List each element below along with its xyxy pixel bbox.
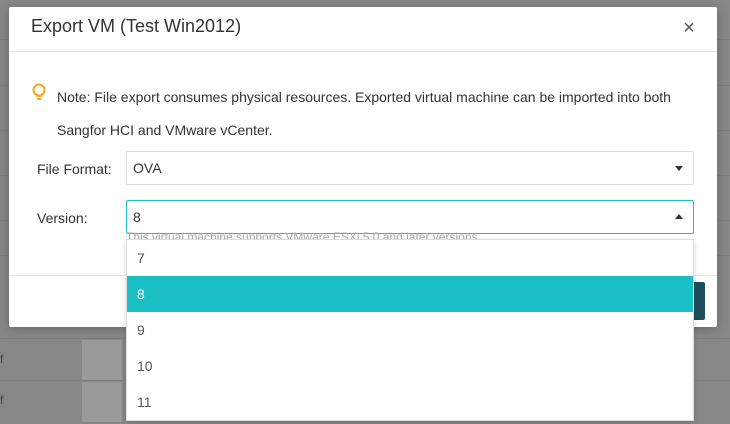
bg-row-mark: f [0, 352, 4, 366]
bg-thumbnail [82, 382, 122, 422]
version-value: 8 [133, 209, 141, 225]
dialog-title: Export VM (Test Win2012) [31, 16, 242, 36]
version-label: Version: [37, 210, 88, 226]
version-option-8[interactable]: 8 [127, 276, 693, 312]
close-button[interactable]: × [679, 18, 699, 38]
version-select[interactable]: 8 [126, 200, 694, 234]
bg-row-mark: f [0, 393, 4, 407]
lightbulb-icon [32, 83, 46, 100]
version-option-7[interactable]: 7 [127, 240, 693, 276]
file-format-label: File Format: [37, 161, 112, 177]
file-format-select[interactable]: OVA [126, 151, 694, 185]
note-text: Note: File export consumes physical reso… [57, 89, 671, 138]
version-option-10[interactable]: 10 [127, 348, 693, 384]
dialog-header: Export VM (Test Win2012) × [9, 7, 717, 52]
file-format-value: OVA [133, 160, 162, 176]
chevron-down-icon [675, 166, 683, 171]
version-option-11[interactable]: 11 [127, 384, 693, 420]
version-option-9[interactable]: 9 [127, 312, 693, 348]
bg-thumbnail [82, 340, 122, 380]
chevron-up-icon [675, 214, 683, 219]
version-dropdown: 7 8 9 10 11 [126, 239, 694, 421]
